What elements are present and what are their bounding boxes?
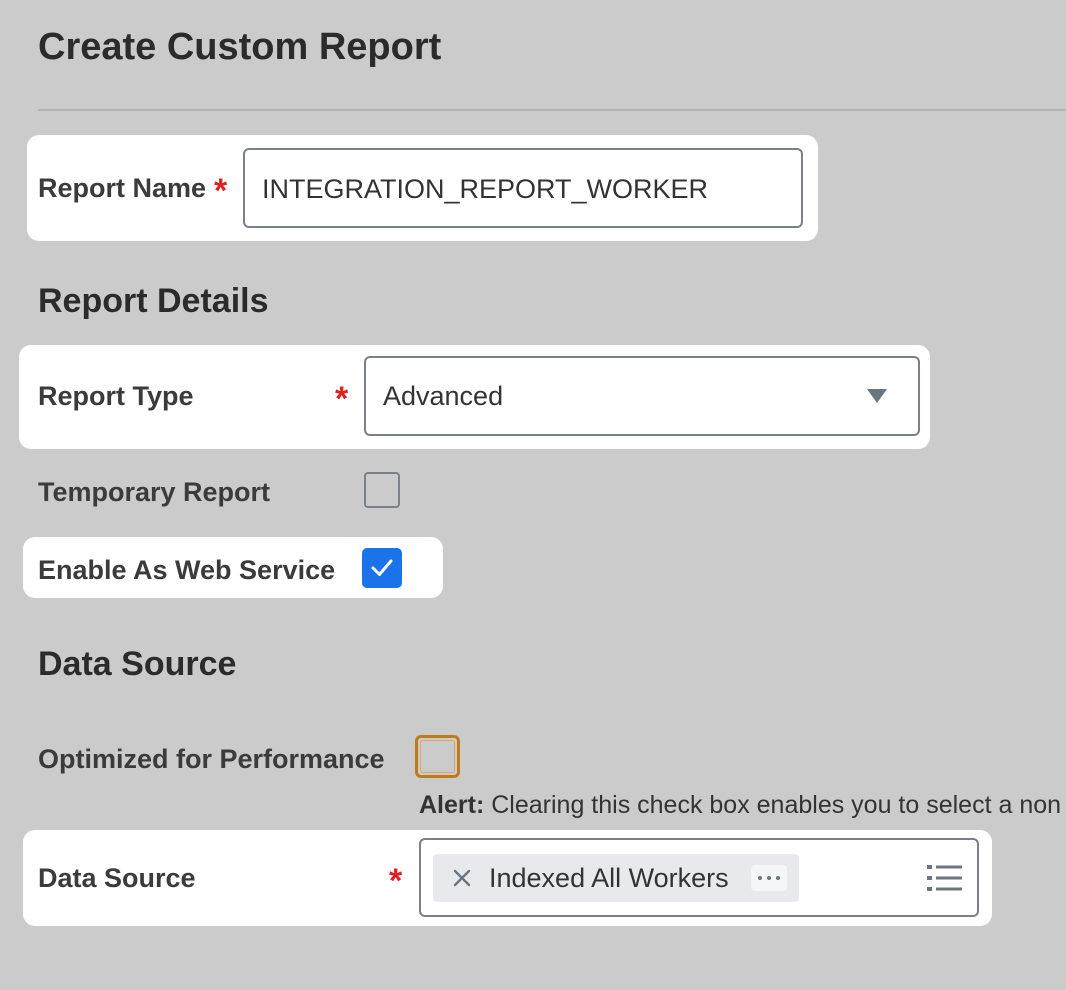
data-source-label: Data Source	[38, 863, 196, 893]
report-name-required-mark: *	[214, 172, 228, 210]
dropdown-arrow-icon	[867, 389, 887, 403]
data-source-selected-value: Indexed All Workers	[489, 863, 729, 893]
more-dot-icon	[758, 876, 762, 880]
report-type-required-mark: *	[335, 380, 349, 418]
report-name-value: INTEGRATION_REPORT_WORKER	[262, 174, 709, 204]
optimized-performance-checkbox[interactable]	[415, 735, 460, 778]
more-options-button[interactable]	[751, 865, 787, 891]
data-source-heading: Data Source	[38, 645, 237, 683]
report-details-heading: Report Details	[38, 282, 269, 320]
list-icon[interactable]	[927, 864, 963, 892]
alert-message: Alert: Clearing this check box enables y…	[419, 790, 1061, 820]
report-type-select[interactable]: Advanced	[364, 356, 920, 436]
enable-web-service-checkbox[interactable]	[362, 548, 402, 588]
remove-x-icon[interactable]	[452, 868, 472, 888]
report-type-selected-value: Advanced	[383, 381, 504, 411]
more-dot-icon	[767, 876, 771, 880]
more-dot-icon	[776, 876, 780, 880]
enable-web-service-label: Enable As Web Service	[38, 555, 336, 585]
checkbox-inner	[420, 740, 455, 773]
optimized-performance-label: Optimized for Performance	[38, 744, 385, 774]
alert-prefix: Alert:	[419, 791, 485, 819]
temporary-report-checkbox[interactable]	[364, 472, 400, 508]
checkmark-icon	[371, 559, 393, 576]
alert-text: Clearing this check box enables you to s…	[491, 791, 1062, 819]
data-source-input[interactable]: Indexed All Workers	[419, 838, 979, 917]
temporary-report-label: Temporary Report	[38, 477, 271, 507]
data-source-selected-pill: Indexed All Workers	[433, 854, 799, 902]
report-name-label: Report Name	[38, 173, 207, 203]
report-name-input[interactable]: INTEGRATION_REPORT_WORKER	[243, 148, 803, 228]
page-title: Create Custom Report	[38, 26, 442, 68]
data-source-required-mark: *	[389, 862, 403, 900]
title-divider	[38, 109, 1066, 111]
report-type-label: Report Type	[38, 381, 194, 411]
